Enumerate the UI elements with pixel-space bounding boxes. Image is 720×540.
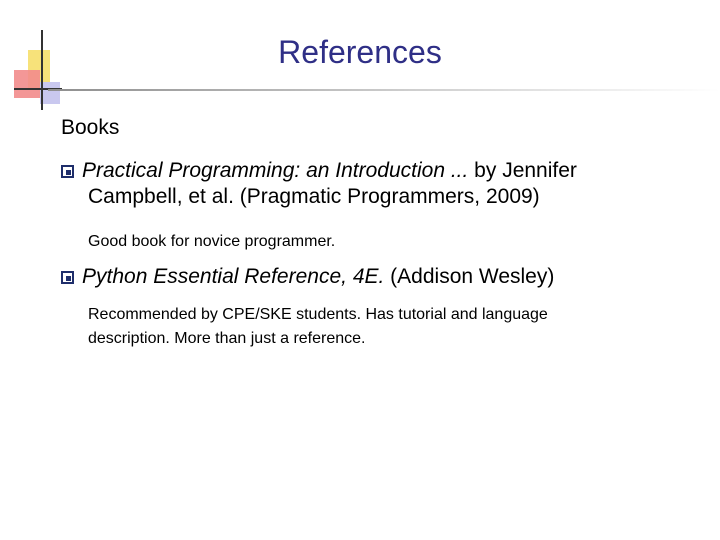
checkbox-bullet-icon — [61, 271, 74, 284]
reference-item-2: Python Essential Reference, 4E. (Addison… — [61, 264, 701, 290]
reference-item-1: Practical Programming: an Introduction .… — [61, 158, 701, 210]
checkbox-bullet-icon — [61, 165, 74, 178]
reference-author: by Jennifer — [468, 159, 577, 182]
reference-publisher: (Addison Wesley) — [384, 265, 555, 288]
reference-note: Recommended by CPE/SKE students. Has tut… — [88, 303, 688, 351]
decorative-blue-square — [40, 82, 60, 104]
note-line: Recommended by CPE/SKE students. Has tut… — [88, 306, 548, 323]
reference-publisher: Campbell, et al. (Pragmatic Programmers,… — [88, 185, 540, 208]
title-divider — [48, 89, 720, 91]
reference-note: Good book for novice programmer. — [88, 233, 336, 250]
note-line: description. More than just a reference. — [88, 330, 366, 347]
reference-title: Practical Programming: an Introduction .… — [82, 159, 469, 182]
slide-title: References — [278, 34, 442, 70]
reference-title: Python Essential Reference, 4E. — [82, 265, 385, 288]
section-label-books: Books — [61, 116, 120, 139]
decorative-red-square — [14, 70, 40, 98]
